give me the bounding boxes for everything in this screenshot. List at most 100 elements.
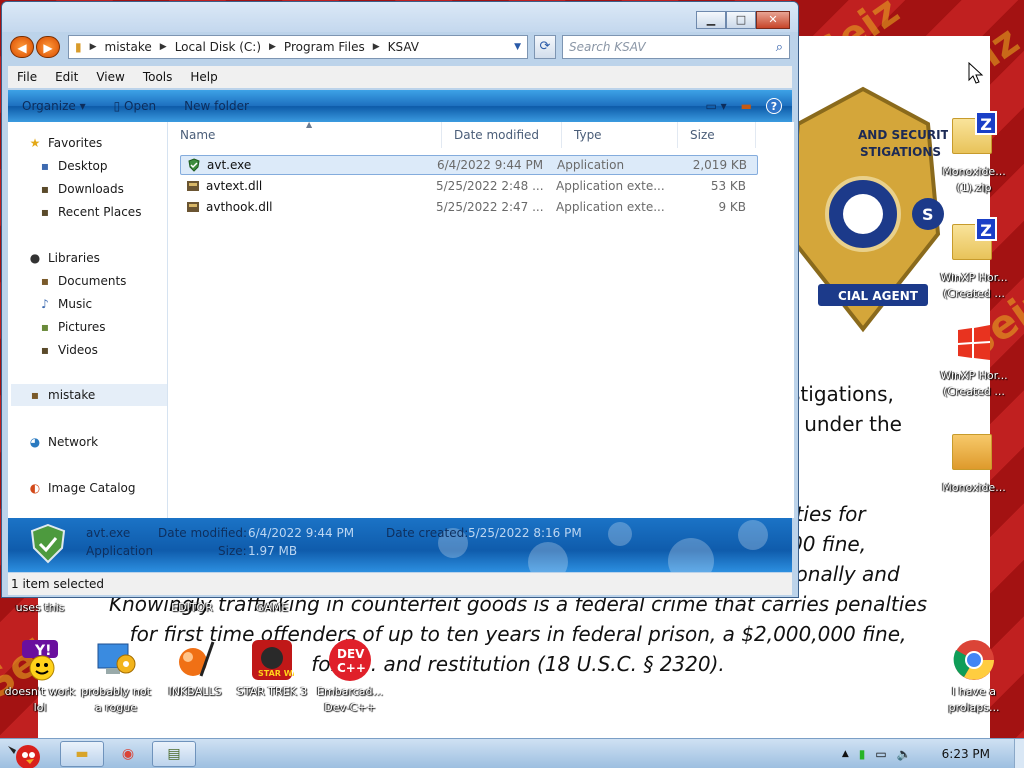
videos-icon: ▪ <box>40 343 50 357</box>
taskbar-chrome-button[interactable]: ◉ <box>106 741 150 767</box>
taskbar-explorer-button[interactable]: ▬ <box>60 741 104 767</box>
overlay-label: uses this <box>15 601 65 614</box>
yahoo-messenger-icon: Y! <box>18 638 62 682</box>
nav-videos[interactable]: ▪ Videos <box>38 341 98 359</box>
organize-button[interactable]: Organize ▾ <box>8 99 100 113</box>
desktop-icon-rogue[interactable]: probably not a rogue <box>78 638 154 716</box>
svg-text:C++: C++ <box>337 661 366 675</box>
file-row[interactable]: avthook.dll 5/25/2022 2:47 ... Applicati… <box>180 197 758 217</box>
svg-text:DEV: DEV <box>337 647 365 661</box>
file-name: avt.exe <box>207 158 252 172</box>
display-icon[interactable]: ▭ <box>875 747 886 761</box>
address-row: ◀ ▶ ▮ ▶ mistake ▶ Local Disk (C:) ▶ Prog… <box>10 35 790 59</box>
maximize-button[interactable]: □ <box>726 11 756 29</box>
desktop-icon-monoxide-zip[interactable]: Z Monoxide... (1).zip <box>936 111 1012 196</box>
svg-text:STAR WARS: STAR WARS <box>258 669 294 678</box>
dev-cpp-icon: DEV C++ <box>328 638 372 682</box>
clock[interactable]: 6:23 PM <box>942 747 990 761</box>
file-row[interactable]: avtext.dll 5/25/2022 2:48 ... Applicatio… <box>180 176 758 196</box>
system-tray: ▲ ▮ ▭ 🔈 6:23 PM <box>842 739 1024 768</box>
desktop-icon-label: Monoxide... <box>942 481 1006 494</box>
view-options-icon[interactable]: ▭ ▾ <box>705 99 726 113</box>
file-row[interactable]: avt.exe 6/4/2022 9:44 PM Application 2,0… <box>180 155 758 175</box>
forward-button[interactable]: ▶ <box>36 36 60 58</box>
back-button[interactable]: ◀ <box>10 36 34 58</box>
nav-image-catalog[interactable]: ◐ Image Catalog <box>28 479 136 497</box>
new-folder-button[interactable]: New folder <box>170 99 263 113</box>
desktop-icon-label: doesn't work lol <box>4 685 76 714</box>
menu-edit[interactable]: Edit <box>46 70 87 84</box>
agent-badge-image: AND SECURITY STIGATIONS S CIAL AGENT <box>785 86 948 333</box>
details-name: avt.exe <box>86 526 131 540</box>
file-modified: 5/25/2022 2:47 ... <box>436 200 544 214</box>
file-size: 9 KB <box>718 200 746 214</box>
menu-tools[interactable]: Tools <box>134 70 182 84</box>
documents-icon: ▪ <box>40 274 50 288</box>
title-bar[interactable]: ▁ □ ✕ <box>2 2 798 32</box>
desktop-icon-chrome[interactable]: I have a prolaps... <box>936 638 1012 716</box>
help-icon[interactable]: ? <box>766 98 782 114</box>
search-input[interactable]: Search KSAV ⌕ <box>562 35 790 59</box>
menu-help[interactable]: Help <box>181 70 226 84</box>
computer-gears-icon <box>94 638 138 682</box>
nav-recent-places[interactable]: ▪ Recent Places <box>38 203 142 221</box>
nav-desktop[interactable]: ▪ Desktop <box>38 157 108 175</box>
column-size[interactable]: Size <box>678 122 756 148</box>
taskbar-notepad-button[interactable]: ▤ <box>152 741 196 767</box>
minimize-button[interactable]: ▁ <box>696 11 726 29</box>
refresh-button[interactable]: ⟳ <box>534 35 556 59</box>
notepad-icon: ▤ <box>167 746 181 762</box>
column-name[interactable]: Name <box>168 122 442 148</box>
nav-libraries[interactable]: ● Libraries <box>28 249 100 267</box>
battery-icon[interactable]: ▮ <box>859 747 866 761</box>
chrome-icon: ◉ <box>121 746 135 762</box>
desktop-icon-yahoo[interactable]: Y! doesn't work lol <box>2 638 78 716</box>
breadcrumb-item[interactable]: Local Disk (C:) <box>175 40 261 54</box>
navigation-pane: ★ Favorites ▪ Desktop ▪ Downloads ▪ Recent P… <box>8 122 168 518</box>
address-bar[interactable]: ▮ ▶ mistake ▶ Local Disk (C:) ▶ Program … <box>68 35 528 59</box>
open-button[interactable]: ▯ Open <box>100 99 171 113</box>
desktop-icon-monoxide[interactable]: Monoxide... <box>936 428 1012 496</box>
column-type[interactable]: Type <box>562 122 678 148</box>
command-bar: Organize ▾ ▯ Open New folder ▭ ▾ ▬ ? <box>8 90 792 122</box>
desktop-icon-devcpp[interactable]: DEV C++ Embarcad... Dev-C++ <box>312 638 388 716</box>
nav-documents[interactable]: ▪ Documents <box>38 272 127 290</box>
breadcrumb-item[interactable]: Program Files <box>284 40 365 54</box>
nav-favorites[interactable]: ★ Favorites <box>28 134 103 152</box>
nav-music[interactable]: ♪ Music <box>38 295 92 313</box>
search-icon[interactable]: ⌕ <box>776 40 783 55</box>
preview-pane-icon[interactable]: ▬ <box>741 99 752 113</box>
breadcrumb-separator: ▶ <box>159 42 167 52</box>
folder-icon: ▮ <box>75 40 82 54</box>
desktop-icon-label: INKBALLS <box>168 685 222 698</box>
pictures-icon: ▪ <box>40 320 50 334</box>
nav-user-mistake[interactable]: ▪ mistake <box>11 384 167 406</box>
volume-icon[interactable]: 🔈 <box>897 747 912 761</box>
desktop-icon-inkballs[interactable]: INKBALLS <box>157 638 233 700</box>
overlay-label: EDITOR <box>171 601 213 614</box>
breadcrumb-item[interactable]: mistake <box>105 40 152 54</box>
nav-pictures[interactable]: ▪ Pictures <box>38 318 106 336</box>
breadcrumb-item[interactable]: KSAV <box>388 40 419 54</box>
desktop-icon-winxp-horror-2[interactable]: WinXP Hor... (Created ... <box>936 322 1012 400</box>
show-desktop-button[interactable] <box>1014 739 1024 768</box>
close-button[interactable]: ✕ <box>756 11 790 29</box>
notice-fragment: 00 fine, <box>790 532 867 556</box>
file-size: 53 KB <box>710 179 746 193</box>
zip-folder-icon: Z <box>952 111 997 162</box>
desktop-icon-star-trek[interactable]: STAR WARS STAR TREK 3 <box>234 638 311 700</box>
user-folder-icon: ▪ <box>30 388 40 402</box>
taskbar: ▬ ◉ ▤ ▲ ▮ ▭ 🔈 6:23 PM <box>0 738 1024 768</box>
column-date-modified[interactable]: Date modified <box>442 122 562 148</box>
address-dropdown-icon[interactable]: ▼ <box>514 42 521 52</box>
details-modified-value: 6/4/2022 9:44 PM <box>248 526 355 540</box>
menu-view[interactable]: View <box>87 70 133 84</box>
nav-network[interactable]: ◕ Network <box>28 433 98 451</box>
show-hidden-icons[interactable]: ▲ <box>842 749 849 759</box>
menu-file[interactable]: File <box>8 70 46 84</box>
start-button[interactable] <box>4 740 50 768</box>
nav-downloads[interactable]: ▪ Downloads <box>38 180 124 198</box>
desktop-icon-winxp-horror-1[interactable]: Z WinXP Hor... (Created ... <box>936 217 1012 302</box>
column-headers: Name Date modified Type Size <box>168 122 794 148</box>
shield-app-icon <box>187 158 201 172</box>
